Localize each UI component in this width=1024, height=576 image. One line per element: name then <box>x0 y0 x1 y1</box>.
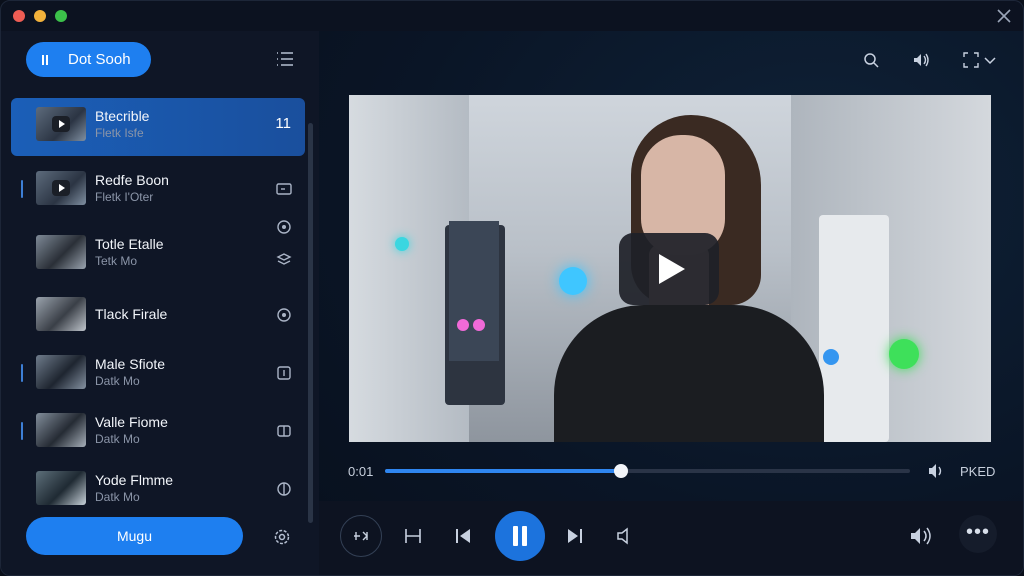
video-frame[interactable] <box>349 95 991 442</box>
video-prop <box>819 215 889 442</box>
video-subject <box>554 305 824 442</box>
settings-icon[interactable] <box>272 527 292 547</box>
search-icon[interactable] <box>861 50 881 70</box>
video-light <box>889 339 919 369</box>
maximize-window-button[interactable] <box>55 10 67 22</box>
layers-icon[interactable] <box>275 250 293 268</box>
video-thumbnail <box>36 171 86 205</box>
rewind-icon <box>354 531 368 541</box>
video-thumbnail <box>36 297 86 331</box>
playlist: Btecrible Fletk Isfe 11 Redfe Boon Fletk… <box>11 98 305 520</box>
screen-icon[interactable] <box>275 180 293 198</box>
progress-fill <box>385 469 622 473</box>
menu-button[interactable]: Mugu <box>26 517 243 555</box>
video-light <box>823 349 839 365</box>
video-light <box>395 237 409 251</box>
app-window: Dot Sooh Btecrible Fletk Isfe 11 Redfe B… <box>0 0 1024 576</box>
rewind-button[interactable] <box>340 515 382 557</box>
sidebar-scrollbar[interactable] <box>308 123 313 523</box>
pause-button[interactable] <box>495 511 545 561</box>
item-title: Btecrible <box>95 108 150 124</box>
brand-label: Dot Sooh <box>68 51 131 68</box>
progress-knob[interactable] <box>614 464 629 478</box>
bars-icon <box>42 54 48 65</box>
video-light <box>457 319 469 331</box>
title-bar <box>1 1 1023 31</box>
player-area: 0:01 PKED ••• <box>319 31 1023 575</box>
minimize-window-button[interactable] <box>34 10 46 22</box>
item-title: Tlack Firale <box>95 306 168 322</box>
volume-icon[interactable] <box>927 462 947 480</box>
item-count: 11 <box>275 115 291 132</box>
item-title: Totle Etalle <box>95 236 164 252</box>
playlist-item[interactable]: Totle Etalle Tetk Mo <box>11 220 305 284</box>
playlist-sidebar: Dot Sooh Btecrible Fletk Isfe 11 Redfe B… <box>1 31 319 575</box>
current-time: 0:01 <box>348 464 374 479</box>
brand-button[interactable]: Dot Sooh <box>26 42 151 77</box>
play-icon <box>52 116 70 132</box>
playlist-item[interactable]: Redfe Boon Fletk I'Oter <box>11 162 305 220</box>
next-icon[interactable] <box>565 526 585 546</box>
speed-label[interactable]: PKED <box>960 464 995 479</box>
item-title: Male Sfiote <box>95 356 166 372</box>
item-title: Yode Flmme <box>95 472 174 488</box>
item-subtitle: Datk Mo <box>95 374 140 388</box>
chevron-down-icon[interactable] <box>983 50 997 70</box>
close-window-button[interactable] <box>13 10 25 22</box>
item-title: Valle Fiome <box>95 414 168 430</box>
skip-start-icon[interactable] <box>403 527 423 545</box>
video-light <box>473 319 485 331</box>
item-marker <box>21 364 23 382</box>
more-options-button[interactable]: ••• <box>959 515 997 553</box>
playlist-item[interactable]: Valle Fiome Datk Mo <box>11 404 305 462</box>
progress-bar[interactable] <box>385 464 910 478</box>
gear-icon[interactable] <box>275 306 293 324</box>
volume-icon[interactable] <box>908 525 934 547</box>
playlist-item[interactable]: Yode Flmme Datk Mo <box>11 462 305 520</box>
gear-icon[interactable] <box>275 218 293 236</box>
item-title: Redfe Boon <box>95 172 169 188</box>
play-icon <box>52 180 70 196</box>
item-subtitle: Datk Mo <box>95 432 140 446</box>
item-subtitle: Fletk Isfe <box>95 126 144 140</box>
fullscreen-icon[interactable] <box>961 50 981 70</box>
video-prop <box>449 221 499 361</box>
video-thumbnail <box>36 471 86 505</box>
playlist-item[interactable]: Btecrible Fletk Isfe 11 <box>11 98 305 156</box>
video-thumbnail <box>36 355 86 389</box>
control-bar: ••• <box>319 501 1023 575</box>
item-subtitle: Tetk Mo <box>95 254 138 268</box>
playlist-item[interactable]: Male Sfiote Datk Mo <box>11 346 305 404</box>
video-light <box>559 267 587 295</box>
volume-icon[interactable] <box>911 50 931 70</box>
info-icon[interactable] <box>275 364 293 382</box>
video-thumbnail <box>36 235 86 269</box>
video-thumbnail <box>36 413 86 447</box>
close-icon[interactable] <box>995 7 1013 25</box>
volume-icon[interactable] <box>615 526 637 546</box>
item-marker <box>21 422 23 440</box>
item-marker <box>21 180 23 198</box>
split-icon[interactable] <box>275 422 293 440</box>
playlist-item[interactable]: Tlack Firale <box>11 288 305 346</box>
split-icon[interactable] <box>275 480 293 498</box>
item-subtitle: Fletk I'Oter <box>95 190 154 204</box>
video-thumbnail <box>36 107 86 141</box>
list-icon[interactable] <box>275 50 295 68</box>
previous-icon[interactable] <box>453 526 473 546</box>
item-subtitle: Datk Mo <box>95 490 140 504</box>
big-play-button[interactable] <box>619 233 719 305</box>
